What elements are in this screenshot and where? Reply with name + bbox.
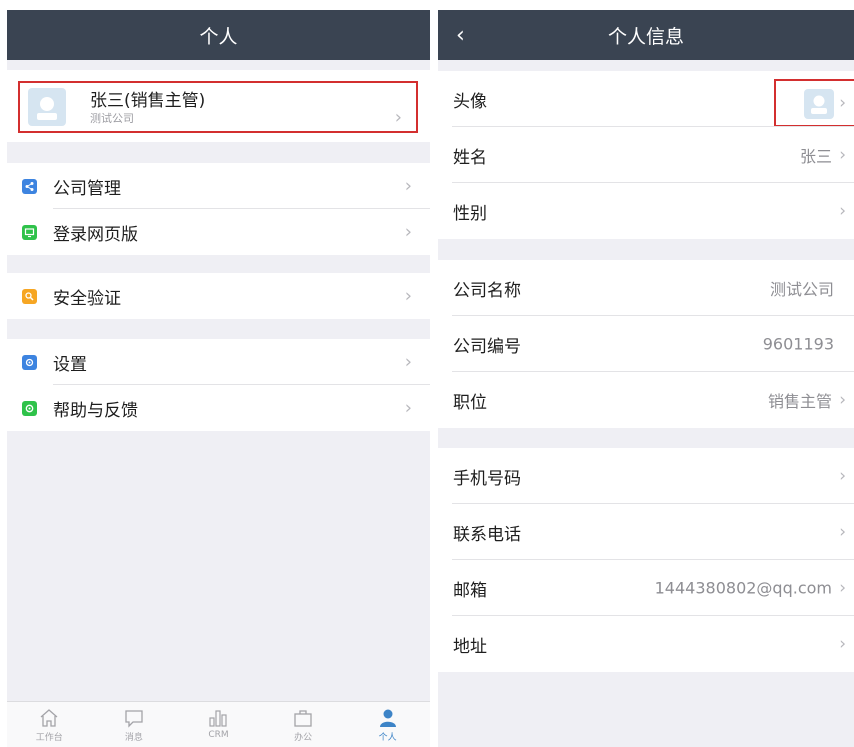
briefcase-icon xyxy=(294,710,312,727)
row-value: 1444380802@qq.com xyxy=(654,578,832,598)
chevron-right-icon: › xyxy=(839,578,846,598)
info-section-1: 头像 › 姓名 张三 › 性别 › xyxy=(438,71,854,239)
chevron-right-icon: › xyxy=(394,107,402,128)
chevron-right-icon: › xyxy=(839,93,846,113)
person-icon xyxy=(811,95,827,114)
person-icon xyxy=(37,97,57,120)
info-section-2: 公司名称 测试公司 公司编号 9601193 职位 销售主管 › xyxy=(438,260,854,428)
row-position[interactable]: 职位 销售主管 › xyxy=(438,372,854,428)
row-phone[interactable]: 联系电话 › xyxy=(438,504,854,560)
back-button[interactable]: ‹ xyxy=(456,10,465,60)
tab-label: CRM xyxy=(208,730,229,740)
chevron-right-icon: › xyxy=(839,390,846,410)
chevron-right-icon: › xyxy=(404,285,412,307)
row-company-name: 公司名称 测试公司 xyxy=(438,260,854,316)
tab-crm[interactable]: CRM xyxy=(182,702,254,740)
menu-item-help-feedback[interactable]: 帮助与反馈 › xyxy=(7,385,430,431)
avatar xyxy=(804,89,834,119)
row-value: 张三 xyxy=(799,147,832,166)
chevron-right-icon: › xyxy=(839,201,846,221)
chevron-right-icon: › xyxy=(839,634,846,654)
tab-label: 个人 xyxy=(378,733,397,743)
chevron-right-icon: › xyxy=(404,397,412,419)
row-value: 销售主管 xyxy=(767,392,832,411)
share-icon xyxy=(22,178,37,194)
row-label: 联系电话 xyxy=(453,524,521,545)
help-icon xyxy=(22,400,37,416)
row-label: 姓名 xyxy=(453,147,487,168)
menu-item-settings[interactable]: 设置 › xyxy=(7,339,430,385)
menu-group-1: 公司管理 › 登录网页版 › xyxy=(7,163,430,255)
avatar-highlight: › xyxy=(774,79,854,127)
home-icon xyxy=(40,709,58,727)
chevron-right-icon: › xyxy=(404,221,412,243)
chevron-right-icon: › xyxy=(404,175,412,197)
menu-label: 设置 xyxy=(53,354,87,375)
personal-info-screen: ‹ 个人信息 头像 › 姓名 张三 › 性别 › 公司名称 测试公司 公司编号 … xyxy=(438,10,854,747)
row-label: 头像 xyxy=(453,91,487,112)
monitor-icon xyxy=(22,224,37,240)
tab-workbench[interactable]: 工作台 xyxy=(13,702,85,743)
row-label: 地址 xyxy=(453,636,487,657)
menu-item-web-login[interactable]: 登录网页版 › xyxy=(7,209,430,255)
profile-card[interactable]: 张三(销售主管) 测试公司 › xyxy=(7,70,430,142)
row-email[interactable]: 邮箱 1444380802@qq.com › xyxy=(438,560,854,616)
gear-icon xyxy=(22,354,37,370)
row-value: 测试公司 xyxy=(769,280,834,299)
person-icon xyxy=(379,709,396,727)
nav-title: 个人 xyxy=(199,25,238,48)
chevron-right-icon: › xyxy=(839,466,846,486)
row-value: 9601193 xyxy=(762,334,834,354)
row-avatar[interactable]: 头像 › xyxy=(438,71,854,127)
profile-company: 测试公司 xyxy=(90,112,134,125)
row-label: 性别 xyxy=(453,203,487,224)
chevron-right-icon: › xyxy=(839,522,846,542)
row-label: 邮箱 xyxy=(453,580,487,601)
row-address[interactable]: 地址 › xyxy=(438,616,854,672)
chevron-right-icon: › xyxy=(839,145,846,165)
row-gender[interactable]: 性别 › xyxy=(438,183,854,239)
info-section-3: 手机号码 › 联系电话 › 邮箱 1444380802@qq.com › 地址 … xyxy=(438,448,854,672)
row-mobile[interactable]: 手机号码 › xyxy=(438,448,854,504)
nav-bar: ‹ 个人信息 xyxy=(438,10,854,60)
search-icon xyxy=(22,288,37,304)
row-name[interactable]: 姓名 张三 › xyxy=(438,127,854,183)
row-label: 手机号码 xyxy=(453,468,521,489)
row-label: 公司名称 xyxy=(453,280,521,301)
menu-label: 安全验证 xyxy=(53,288,121,309)
tab-label: 消息 xyxy=(124,733,143,743)
tab-label: 工作台 xyxy=(35,733,63,743)
menu-label: 登录网页版 xyxy=(53,224,138,245)
menu-item-company-management[interactable]: 公司管理 › xyxy=(7,163,430,209)
nav-title: 个人信息 xyxy=(607,25,684,48)
row-company-id: 公司编号 9601193 xyxy=(438,316,854,372)
tab-label: 办公 xyxy=(294,733,313,743)
personal-screen: 个人 张三(销售主管) 测试公司 › 公司管理 › 登录网页版 › 安全验证 ›… xyxy=(7,10,430,747)
row-label: 公司编号 xyxy=(453,336,521,357)
avatar xyxy=(28,88,66,126)
tab-messages[interactable]: 消息 xyxy=(98,702,170,743)
profile-name: 张三(销售主管) xyxy=(90,91,206,111)
tab-bar: 工作台 消息 CRM 办公 个人 xyxy=(7,701,430,747)
menu-item-security[interactable]: 安全验证 › xyxy=(7,273,430,319)
chat-icon xyxy=(125,710,143,728)
menu-group-3: 设置 › 帮助与反馈 › xyxy=(7,339,430,431)
chevron-right-icon: › xyxy=(404,351,412,373)
profile-highlight: 张三(销售主管) 测试公司 › xyxy=(18,81,418,133)
tab-personal[interactable]: 个人 xyxy=(352,702,424,743)
menu-label: 帮助与反馈 xyxy=(53,400,138,421)
chart-icon xyxy=(209,710,228,727)
row-label: 职位 xyxy=(453,392,487,413)
menu-label: 公司管理 xyxy=(53,178,121,199)
nav-bar: 个人 xyxy=(7,10,430,60)
tab-office[interactable]: 办公 xyxy=(267,702,339,743)
menu-group-2: 安全验证 › xyxy=(7,273,430,319)
